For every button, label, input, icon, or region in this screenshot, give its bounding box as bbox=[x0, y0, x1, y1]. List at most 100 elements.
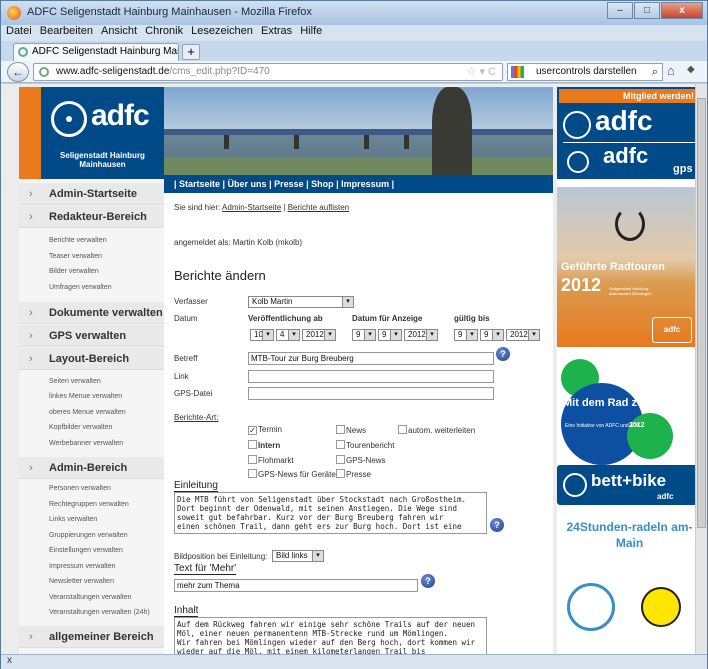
sidebar-link[interactable]: Gruppierungen verwalten bbox=[49, 532, 128, 539]
betreff-input[interactable]: MTB-Tour zur Burg Breuberg bbox=[248, 352, 494, 365]
menu-lesezeichen[interactable]: Lesezeichen bbox=[191, 25, 253, 37]
green-bike-circle bbox=[627, 413, 673, 459]
sidebar-link[interactable]: Werbebanner verwalten bbox=[49, 440, 123, 447]
sidebar-item-dokumente[interactable]: › Dokumente verwalten bbox=[19, 302, 164, 324]
adfc-logo[interactable]: adfc Seligenstadt Hainburg Mainhausen bbox=[19, 87, 164, 179]
sidebar-link[interactable]: Umfragen verwalten bbox=[49, 284, 112, 291]
right-sidebar: Mitglied werden! adfc adfc gps Geführte … bbox=[557, 87, 702, 654]
home-icon[interactable]: ⌂ bbox=[667, 63, 675, 78]
sidebar-item-admin-startseite[interactable]: › Admin-Startseite bbox=[19, 183, 164, 205]
24-stunden-banner[interactable]: 24Stunden-radeln am-Main bbox=[557, 513, 702, 654]
sidebar-link[interactable]: Veranstaltungen verwalten (24h) bbox=[49, 609, 150, 616]
checkbox-termin[interactable]: ✓ Termin bbox=[248, 425, 282, 435]
chevron-right-icon: › bbox=[29, 631, 33, 643]
menu-extras[interactable]: Extras bbox=[261, 25, 292, 37]
checkbox-gpsnews[interactable]: GPS-News bbox=[336, 455, 386, 465]
checkbox-presse[interactable]: Presse bbox=[336, 469, 371, 479]
bookmark-star-icon[interactable]: ☆ ▾ C bbox=[467, 64, 496, 80]
radtouren-banner[interactable]: Geführte Radtouren 2012 Seligenstadt Hai… bbox=[557, 187, 702, 347]
date1-year[interactable]: 2012 bbox=[302, 329, 336, 341]
sidebar-link[interactable]: Bilder verwalten bbox=[49, 268, 99, 275]
sidebar-link[interactable]: Links verwalten bbox=[49, 516, 97, 523]
sidebar-link[interactable]: Veranstaltungen verwalten bbox=[49, 594, 132, 601]
bett-bike-banner[interactable]: bett+bike adfc bbox=[557, 465, 702, 505]
rad-zur-arbeit-banner[interactable]: Mit dem Rad zur Arbeit Eine Initiative v… bbox=[557, 355, 702, 465]
berichte-art-label: Berichte-Art: bbox=[174, 413, 219, 422]
sidebar-link[interactable]: Teaser verwalten bbox=[49, 253, 102, 260]
vertical-scrollbar[interactable] bbox=[695, 84, 707, 654]
browser-tab[interactable]: ADFC Seligenstadt Hainburg Mainhausen bbox=[13, 43, 179, 61]
bildpos-select[interactable]: Bild links bbox=[272, 550, 324, 562]
link-input[interactable] bbox=[248, 370, 494, 383]
breadcrumb-link-berichte[interactable]: Berichte auflisten bbox=[288, 203, 349, 212]
checkbox-intern[interactable]: Intern bbox=[248, 440, 280, 450]
sidebar-item-redakteur[interactable]: › Redakteur-Bereich bbox=[19, 206, 164, 228]
menu-ansicht[interactable]: Ansicht bbox=[101, 25, 137, 37]
checkbox-flohmarkt[interactable]: Flohmarkt bbox=[248, 455, 294, 465]
addon-icon[interactable]: ◆ bbox=[687, 64, 695, 75]
main-content: | Startseite | Über uns | Presse | Shop … bbox=[164, 87, 553, 654]
section-label: Admin-Bereich bbox=[49, 462, 128, 474]
close-button[interactable]: x bbox=[661, 2, 703, 19]
sidebar-link[interactable]: Newsletter verwalten bbox=[49, 578, 114, 585]
breadcrumb: Sie sind hier: Admin-Startseite | Berich… bbox=[174, 203, 349, 212]
date3-day[interactable]: 9 bbox=[454, 329, 478, 341]
maximize-button[interactable]: □ bbox=[634, 2, 660, 19]
menu-chronik[interactable]: Chronik bbox=[145, 25, 183, 37]
sidebar-link[interactable]: Personen verwalten bbox=[49, 485, 111, 492]
inhalt-textarea[interactable]: Auf dem Rückweg fahren wir einige sehr s… bbox=[174, 617, 487, 654]
search-bar[interactable]: usercontrols darstellen ⌕ bbox=[507, 63, 663, 81]
date1-month[interactable]: 4 bbox=[276, 329, 300, 341]
sidebar-link[interactable]: Berichte verwalten bbox=[49, 237, 107, 244]
breadcrumb-link-admin[interactable]: Admin-Startseite bbox=[222, 203, 281, 212]
date2-month[interactable]: 9 bbox=[378, 329, 402, 341]
sidebar-item-layout[interactable]: › Layout-Bereich bbox=[19, 348, 164, 370]
help-icon[interactable]: ? bbox=[490, 518, 504, 532]
date1-day[interactable]: 10 bbox=[250, 329, 274, 341]
checkbox-news[interactable]: News bbox=[336, 425, 366, 435]
checkbox-tourenbericht[interactable]: Tourenbericht bbox=[336, 440, 394, 450]
sidebar-link[interactable]: Kopfbilder verwalten bbox=[49, 424, 112, 431]
back-arrow-icon[interactable]: ← bbox=[7, 62, 29, 82]
einleitung-textarea[interactable]: Die MTB führt von Seligenstadt über Stoc… bbox=[174, 492, 487, 534]
tree bbox=[432, 87, 472, 175]
einleitung-heading: Einleitung bbox=[174, 480, 218, 492]
bed-icon bbox=[563, 473, 587, 497]
checkbox-box bbox=[248, 455, 257, 464]
minimize-button[interactable]: – bbox=[607, 2, 633, 19]
adfc-gps-banner[interactable]: adfc gps bbox=[563, 142, 698, 176]
menu-datei[interactable]: Datei bbox=[6, 25, 32, 37]
menu-bearbeiten[interactable]: Bearbeiten bbox=[40, 25, 93, 37]
adfc-membership-banner[interactable]: Mitglied werden! adfc adfc gps bbox=[557, 87, 702, 179]
mehr-input[interactable]: mehr zum Thema bbox=[174, 579, 418, 592]
sidebar-link[interactable]: oberes Menue verwalten bbox=[49, 409, 126, 416]
gps-input[interactable] bbox=[248, 387, 494, 400]
sidebar-link[interactable]: linkes Menue verwalten bbox=[49, 393, 122, 400]
help-icon[interactable]: ? bbox=[496, 347, 510, 361]
search-icon[interactable]: ⌕ bbox=[652, 64, 658, 80]
sidebar-item-gps[interactable]: › GPS verwalten bbox=[19, 325, 164, 347]
new-tab-button[interactable]: + bbox=[182, 44, 200, 60]
checkbox-autom[interactable]: autom. weiterleiten bbox=[398, 425, 475, 435]
checkbox-gpsgeraete[interactable]: GPS-News für Geräte bbox=[248, 469, 336, 479]
help-icon[interactable]: ? bbox=[421, 574, 435, 588]
sidebar-link[interactable]: Einstellungen verwalten bbox=[49, 547, 123, 554]
sidebar-item-allgemein[interactable]: › allgemeiner Bereich bbox=[19, 626, 164, 648]
sidebar-item-admin[interactable]: › Admin-Bereich bbox=[19, 457, 164, 479]
date3-year[interactable]: 2012 bbox=[506, 329, 540, 341]
verfasser-select[interactable]: Kolb Martin bbox=[248, 296, 354, 308]
checkbox-box bbox=[336, 425, 345, 434]
scroll-thumb[interactable] bbox=[697, 98, 706, 528]
sidebar-link[interactable]: Rechtegruppen verwalten bbox=[49, 501, 129, 508]
sidebar-link[interactable]: Impressum verwalten bbox=[49, 563, 116, 570]
url-bar[interactable]: www.adfc-seligenstadt.de/cms_edit.php?ID… bbox=[33, 63, 503, 81]
top-navigation[interactable]: | Startseite | Über uns | Presse | Shop … bbox=[164, 175, 553, 193]
arbeit-year: 2012 bbox=[629, 422, 645, 429]
menu-hilfe[interactable]: Hilfe bbox=[300, 25, 322, 37]
sidebar-link[interactable]: Seiten verwalten bbox=[49, 378, 101, 385]
date2-year[interactable]: 2012 bbox=[404, 329, 438, 341]
checkbox-box bbox=[336, 469, 345, 478]
date3-month[interactable]: 9 bbox=[480, 329, 504, 341]
date2-day[interactable]: 9 bbox=[352, 329, 376, 341]
chevron-right-icon: › bbox=[29, 462, 33, 474]
